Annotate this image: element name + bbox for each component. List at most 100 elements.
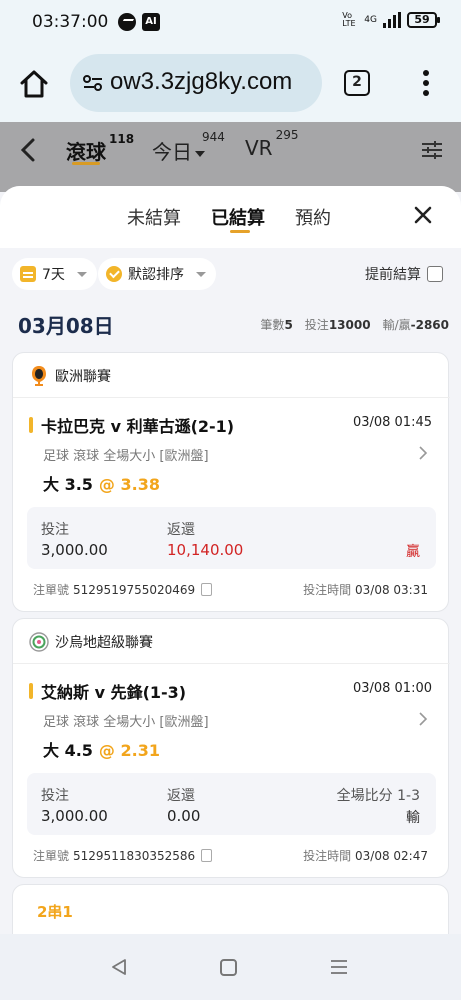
filter-settings-icon[interactable] [420,138,444,162]
check-circle-icon [106,266,122,282]
league-row: 沙烏地超級聯賽 [29,631,153,653]
segment-reserved[interactable]: 預約 [295,204,331,230]
bet-card[interactable]: 歐洲聯賽 卡拉巴克 v 利華古遜(2-1) 03/08 01:45 足球 滾球 … [12,352,450,612]
stake-value: 3,000.00 [41,807,108,825]
chevron-down-icon [196,271,206,277]
address-bar[interactable]: ow3.3zjg8ky.com [70,54,322,112]
url-text: ow3.3zjg8ky.com [110,68,293,95]
return-label: 返還 [167,522,195,538]
home-icon[interactable] [18,68,50,100]
status-bar: 03:37:00 AI Vo LTE 4G 59 [0,0,461,46]
ticket-number: 注單號 5129519755020469 [33,581,213,598]
match-title: 艾納斯 v 先鋒(1-3) [29,679,186,703]
tab-today[interactable]: 今日 944 [152,130,231,165]
system-nav-bar [0,934,461,1000]
early-settle-toggle[interactable]: 提前結算 [365,264,443,284]
stake-return-box: 投注 3,000.00 返還 0.00 全場比分 1-3 輸 [27,773,436,835]
return-label: 返還 [167,788,195,804]
tab-live[interactable]: 滾球118 [66,132,134,165]
match-title: 卡拉巴克 v 利華古遜(2-1) [29,413,234,437]
tab-count: 295 [275,128,299,143]
network-label: 4G [364,15,377,25]
summary-pnl: 輸/贏-2860 [382,318,449,332]
back-icon[interactable] [18,137,38,163]
stake-label: 投注 [41,788,69,804]
bet-selection: 大 4.5 @ 2.31 [43,737,160,761]
tab-label: 今日 [152,140,192,164]
date-heading: 03月08日 [18,314,114,338]
segment-bar: 未結算 已結算 預約 [0,186,461,248]
segment-settled[interactable]: 已結算 [211,204,265,230]
copy-icon[interactable] [201,583,213,596]
match-name: 卡拉巴克 v 利華古遜(2-1) [41,417,235,436]
volte-icon: Vo LTE [342,11,356,28]
bet-time: 投注時間 03/08 03:31 [303,583,428,597]
europa-league-icon [32,366,46,386]
match-name: 艾納斯 v 先鋒(1-3) [41,683,187,702]
bet-card[interactable]: 沙烏地超級聯賽 艾納斯 v 先鋒(1-3) 03/08 01:00 足球 滾球 … [12,618,450,878]
messenger-icon [118,13,136,31]
league-name: 歐洲聯賽 [55,369,111,385]
ticket-number: 注單號 5129511830352586 [33,847,213,864]
chevron-right-icon[interactable] [418,445,428,461]
nav-recents-icon[interactable] [330,959,348,975]
nav-home-icon[interactable] [220,959,237,976]
bet-selection: 大 3.5 @ 3.38 [43,471,160,495]
app-header: 滾球118 今日 944 VR295 [0,122,461,192]
parlay-label: 2串1 [37,903,73,921]
chevron-right-icon[interactable] [418,711,428,727]
tab-active-indicator [72,162,100,165]
result-badge: 贏 [406,544,420,560]
bet-type: 足球 滾球 全場大小 [歐洲盤] [43,715,209,730]
selection-value: 大 4.5 [43,741,93,760]
ai-icon: AI [142,13,160,31]
status-right: Vo LTE 4G 59 [342,11,440,28]
site-settings-icon[interactable] [82,74,104,92]
stake-return-box: 投注 3,000.00 返還 10,140.00 贏 [27,507,436,569]
early-settle-checkbox[interactable] [427,266,443,282]
bet-history-sheet: 未結算 已結算 預約 7天 默認排序 提前結算 03月08日 筆數5 投注130… [0,186,461,934]
odds-value: @ 2.31 [98,741,160,760]
early-settle-label: 提前結算 [365,267,421,283]
stake-label: 投注 [41,522,69,538]
close-icon[interactable] [412,204,434,226]
tab-label: 滾球 [66,140,106,164]
nav-back-icon[interactable] [110,958,128,976]
sort-value: 默認排序 [128,267,184,283]
tab-vr[interactable]: VR295 [245,128,298,160]
summary-count: 筆數5 [260,318,293,332]
saudi-league-icon [29,632,49,652]
more-menu-icon[interactable] [420,68,432,100]
final-score: 全場比分 1-3 [336,788,420,804]
return-value: 10,140.00 [167,541,244,559]
chevron-down-icon [76,271,87,277]
bet-card-parlay[interactable]: 2串1 [12,884,449,934]
odds-value: @ 3.38 [98,475,160,494]
browser-toolbar: ow3.3zjg8ky.com 2 [0,46,461,122]
segment-unsettled[interactable]: 未結算 [127,204,181,230]
tab-count: 118 [109,132,135,147]
divider [13,663,450,664]
summary-stake: 投注13000 [304,318,371,332]
battery-icon: 59 [407,12,440,28]
match-time: 03/08 01:00 [352,681,432,696]
sort-dropdown[interactable]: 默認排序 [98,258,216,290]
tabs-icon[interactable]: 2 [344,70,370,96]
league-row: 歐洲聯賽 [29,365,111,387]
segment-active-indicator [230,230,250,233]
tab-count: 944 [202,130,225,145]
result-badge: 輸 [406,810,420,826]
calendar-icon [20,266,36,282]
period-value: 7天 [42,267,65,283]
period-dropdown[interactable]: 7天 [12,258,97,290]
accent-bar [29,683,33,699]
accent-bar [29,417,33,433]
bet-time: 投注時間 03/08 02:47 [303,849,428,863]
selection-value: 大 3.5 [43,475,93,494]
tab-label: VR [245,136,273,160]
copy-icon[interactable] [201,849,213,862]
return-value: 0.00 [167,807,201,825]
signal-icon [383,12,401,28]
match-time: 03/08 01:45 [352,415,432,430]
divider [13,397,450,398]
